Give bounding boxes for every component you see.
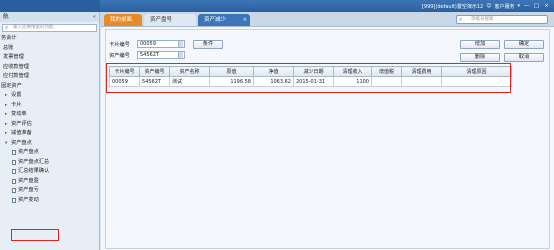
sidebar-item-label: 资产评估 [11, 120, 32, 127]
sidebar-item[interactable]: 资产盘盈 [0, 177, 99, 187]
sidebar-item-label: 变动单 [11, 111, 27, 117]
sidebar-item[interactable]: 应付款管理 [0, 72, 99, 82]
close-icon[interactable]: × [543, 3, 550, 10]
add-button[interactable]: 增加 [460, 40, 500, 49]
tab-asset-reduction[interactable]: 资产减少 × [198, 14, 250, 26]
tab-label: 资产减少 [204, 17, 227, 23]
asset-no-value: 54562T [140, 52, 159, 58]
cancel-button[interactable]: 取消 [504, 53, 544, 62]
tab-asset-inventory[interactable]: 资产盘号 [144, 14, 196, 26]
sidebar-item[interactable]: 总账 [0, 44, 99, 54]
sidebar-item-label: 资产盘亏 [18, 187, 39, 193]
sidebar-header: 航 « [0, 12, 99, 22]
sidebar: 航 « ⌕ 输入您要搜索的功能 务会计总账发票管理应收款管理应付款管理固定资产 ▸… [0, 12, 100, 250]
document-icon [12, 197, 16, 203]
asset-no-row: 资产编号 54562T [109, 50, 185, 60]
delete-button[interactable]: 删除 [460, 53, 500, 62]
sidebar-search-placeholder: 输入您要搜索的功能 [13, 25, 54, 30]
sidebar-item[interactable]: 应收款管理 [0, 63, 99, 73]
sidebar-item[interactable]: 固定资产 [0, 82, 99, 92]
sidebar-item-label: 资产盘点 [11, 139, 32, 146]
sidebar-item-label: 汇总结果确认 [18, 168, 50, 174]
card-no-field[interactable]: 00059 [137, 40, 185, 48]
sidebar-item-label: 资产变动 [18, 196, 39, 203]
card-no-label: 卡片编号 [109, 41, 130, 48]
tab-label: 我的桌面 [110, 17, 133, 23]
lookup-icon[interactable] [178, 41, 183, 47]
sidebar-item-label: 应付款管理 [3, 73, 29, 79]
sidebar-item[interactable]: ▾ 资产盘点 [0, 139, 99, 149]
tab-label: 资产盘号 [150, 17, 173, 23]
sidebar-item[interactable]: 资产变动 [0, 196, 99, 206]
asset-no-field[interactable]: 54562T [137, 51, 185, 59]
topbar-info: [999](default)置空演示12 ☺ 客户服务 ▾ — □ × [422, 0, 554, 12]
action-buttons: 增加 确定 删除 取消 [460, 40, 544, 62]
card-no-value: 00059 [140, 41, 156, 47]
tab-strip: 我的桌面 资产盘号 资产减少 × ⌕ 单据号搜索 [100, 12, 554, 26]
logo-area [0, 0, 100, 12]
tab-close-icon[interactable]: × [243, 14, 247, 26]
sidebar-menu: 务会计总账发票管理应收款管理应付款管理固定资产 ▸ 设置 ▸ 卡片 ▸ 变动单 ▸ 资产评估 ▸ 减… [0, 34, 99, 205]
customer-service-link[interactable]: 客户服务 [494, 3, 514, 10]
sidebar-item[interactable]: 资产盘点 [0, 148, 99, 158]
document-icon [12, 150, 16, 155]
sidebar-item[interactable]: 汇总结果确认 [0, 167, 99, 177]
sidebar-item[interactable]: 资产盘亏 [0, 186, 99, 196]
minimize-icon[interactable]: — [523, 3, 530, 10]
document-icon [12, 188, 16, 193]
card-no-row: 卡片编号 00059 条件 [109, 39, 223, 49]
account-info: [999](default)置空演示12 [421, 3, 484, 10]
function-search-input[interactable]: ⌕ 输入您要搜索的功能 [2, 24, 97, 32]
top-bar: [999](default)置空演示12 ☺ 客户服务 ▾ — □ × [0, 0, 554, 12]
asset-no-label: 资产编号 [109, 52, 130, 59]
help-icon[interactable]: ☺ [486, 3, 491, 9]
maximize-icon[interactable]: □ [533, 3, 540, 10]
sidebar-item-label: 设置 [11, 92, 22, 98]
document-search-input[interactable]: ⌕ 单据号搜索 [456, 15, 548, 24]
sidebar-item-label: 减值准备 [11, 130, 32, 136]
sidebar-item-label: 应收款管理 [3, 63, 29, 70]
sidebar-item[interactable]: ▸ 资产评估 [0, 120, 99, 130]
sidebar-item-label: 资产盘盈 [18, 177, 39, 184]
sidebar-item-label: 总账 [3, 44, 14, 51]
sidebar-item-label: 卡片 [11, 101, 22, 108]
sidebar-item[interactable]: 务会计 [0, 34, 99, 44]
sidebar-item[interactable]: ▸ 减值准备 [0, 129, 99, 139]
confirm-button[interactable]: 确定 [504, 40, 544, 49]
collapse-icon[interactable]: « [93, 12, 96, 22]
document-icon [12, 169, 16, 174]
sidebar-item[interactable]: 资产盘点汇总 [0, 158, 99, 168]
main-panel: 卡片编号 00059 条件 资产编号 54562T 增加 确定 删除 取消 卡片… [101, 26, 554, 250]
sidebar-item[interactable]: ▸ 设置 [0, 91, 99, 101]
lookup-icon[interactable] [178, 52, 183, 58]
dropdown-icon[interactable]: ▾ [517, 3, 520, 9]
sidebar-item[interactable]: ▸ 卡片 [0, 101, 99, 111]
sidebar-item-label: 资产盘点 [18, 149, 39, 155]
reduction-grid: 卡片编号 资产编号 资产名称 原值 净值 减少日期 清理收入 增值税 清理费用 清理原因 0005… [106, 63, 536, 94]
sidebar-item-label: 固定资产 [1, 82, 22, 89]
highlight-box [11, 229, 59, 241]
sidebar-item-label: 务会计 [1, 35, 17, 41]
sidebar-item[interactable]: 发票管理 [0, 53, 99, 63]
sidebar-item-label: 发票管理 [3, 54, 24, 60]
content-frame [105, 29, 550, 249]
sidebar-item[interactable]: ▸ 变动单 [0, 110, 99, 120]
condition-button[interactable]: 条件 [193, 39, 223, 49]
search-icon: ⌕ [459, 16, 463, 23]
sidebar-title: 航 [3, 14, 9, 20]
tab-desktop[interactable]: 我的桌面 [104, 14, 142, 26]
search-icon: ⌕ [5, 25, 9, 31]
sidebar-item-label: 资产盘点汇总 [18, 158, 50, 165]
document-icon [12, 178, 16, 184]
highlight-box [106, 63, 511, 93]
document-icon [12, 159, 16, 165]
search-placeholder: 单据号搜索 [471, 17, 494, 22]
